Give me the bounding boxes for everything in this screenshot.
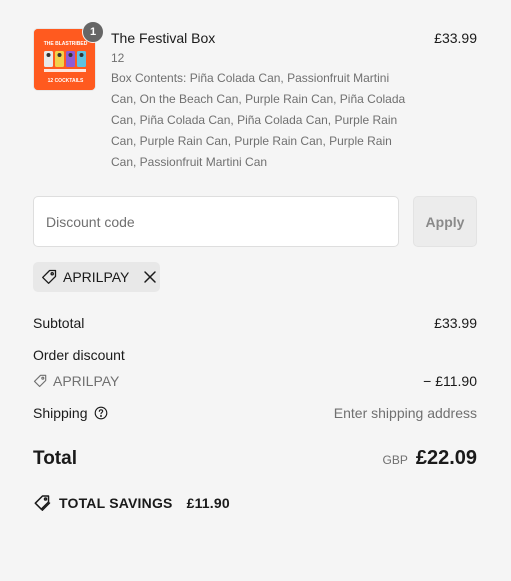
savings-label: TOTAL SAVINGS [59,495,173,511]
apply-discount-button[interactable]: Apply [413,196,477,247]
discount-detail-row: APRILPAY − £11.90 [33,372,477,390]
total-label: Total [33,448,77,469]
tag-icon [33,374,47,388]
discount-value: − £11.90 [423,373,477,389]
discount-code-display: APRILPAY [33,372,119,390]
price-tags-icon [33,494,51,512]
product-quantity: 12 [111,51,125,65]
subtotal-value: £33.99 [434,315,477,331]
subtotal-row: Subtotal £33.99 [33,314,477,332]
applied-discount-code: APRILPAY [63,269,130,285]
quantity-badge: 1 [82,21,104,43]
total-amount: £22.09 [415,447,477,469]
order-discount-row: Order discount [33,346,477,364]
shipping-label: Shipping [33,405,88,421]
discount-code-label: APRILPAY [53,373,120,389]
total-value-wrap: GBP £22.09 [382,447,477,469]
savings-amount: £11.90 [186,495,230,511]
subtotal-label: Subtotal [33,315,85,331]
shipping-row: Shipping Enter shipping address [33,404,477,422]
shipping-label-wrap: Shipping [33,404,108,422]
thumbnail-brand-text: THE BLASTRIBED [44,41,88,47]
currency-code: GBP [382,453,408,467]
close-icon[interactable] [143,270,157,284]
tag-icon [41,269,57,285]
total-row: Total GBP £22.09 [33,447,477,471]
help-circle-icon[interactable] [94,406,108,420]
box-contents: Box Contents: Piña Colada Can, Passionfr… [111,71,406,169]
shipping-value: Enter shipping address [333,405,477,421]
discount-code-input[interactable] [33,196,399,247]
order-discount-label: Order discount [33,347,125,363]
product-price: £33.99 [434,30,477,46]
applied-discount-tag: APRILPAY [33,262,160,292]
product-thumbnail-wrap: THE BLASTRIBED 12 COCKTAILS 1 [33,21,104,92]
product-title: The Festival Box [111,30,216,46]
discount-row: Apply [33,196,477,247]
item-info: The Festival Box 12 Box Contents: Piña C… [111,30,416,173]
thumbnail-caption: 12 COCKTAILS [48,78,84,84]
total-savings: TOTAL SAVINGS £11.90 [33,494,230,512]
